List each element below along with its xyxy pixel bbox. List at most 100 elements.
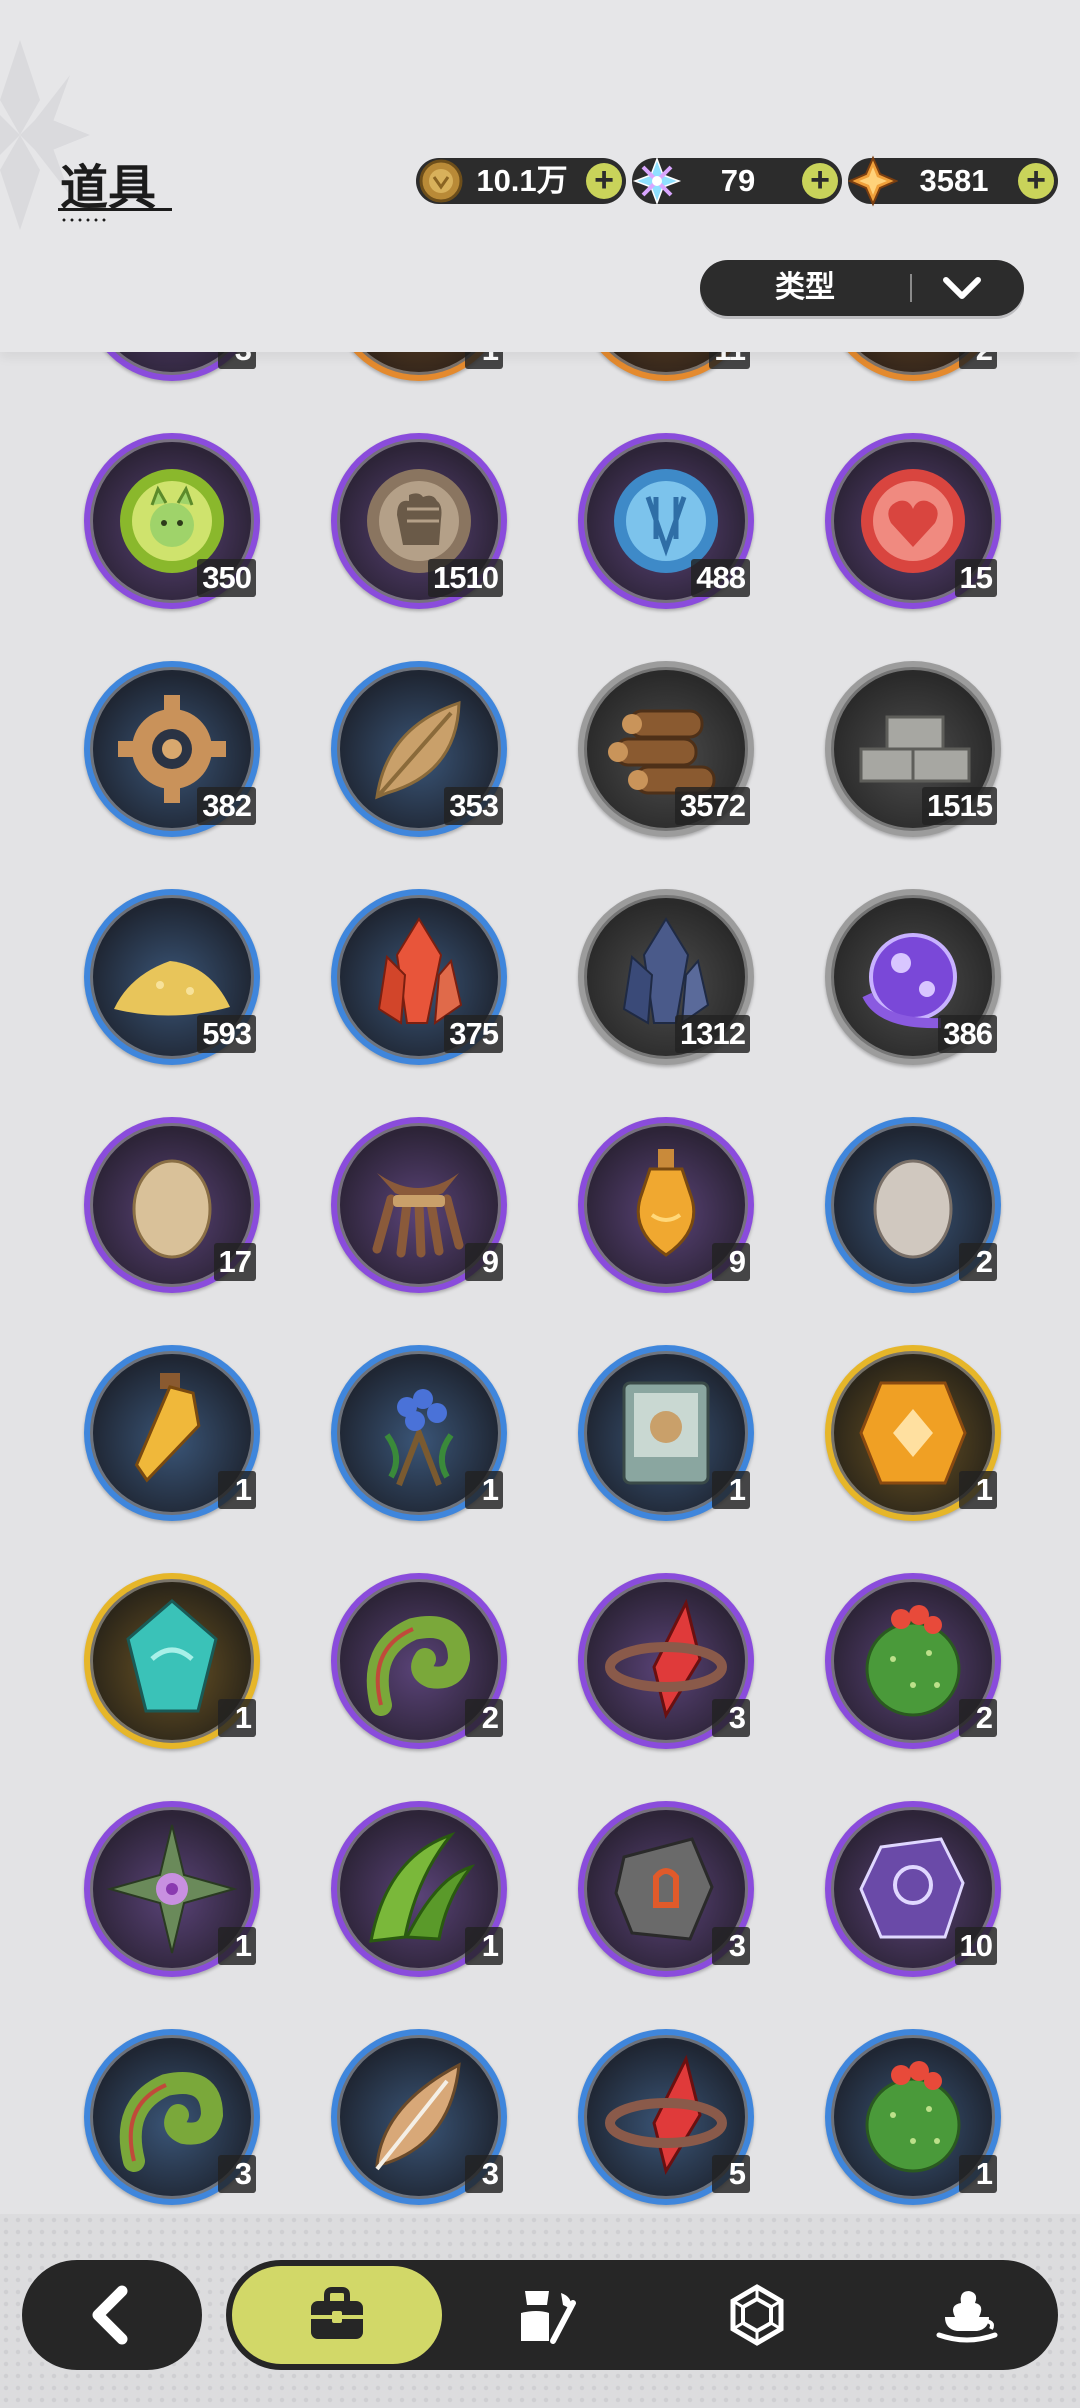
item-slot[interactable]: 1 <box>84 1345 260 1521</box>
tab-chef[interactable] <box>442 2266 652 2364</box>
filter-divider <box>910 274 912 302</box>
item-slot[interactable]: 488 <box>578 433 754 609</box>
item-count: 1 <box>712 1471 750 1509</box>
chef-icon <box>521 2291 576 2344</box>
item-slot[interactable]: 1515 <box>825 661 1001 837</box>
item-count: 375 <box>444 1015 503 1053</box>
add-gold-button[interactable]: + <box>586 163 622 199</box>
back-arrow-icon <box>92 2285 128 2345</box>
item-count: 1515 <box>922 787 997 825</box>
hexagon-icon <box>730 2284 784 2346</box>
item-slot[interactable]: 3 <box>331 2029 507 2205</box>
item-count: 1 <box>218 1471 256 1509</box>
item-slot[interactable]: 1 <box>331 1345 507 1521</box>
item-slot[interactable]: 2 <box>825 1573 1001 1749</box>
bag-icon <box>311 2287 363 2339</box>
add-crystal-button[interactable]: + <box>802 163 838 199</box>
item-slot[interactable]: 350 <box>84 433 260 609</box>
dessert-icon <box>936 2291 998 2343</box>
item-count: 488 <box>691 559 750 597</box>
item-slot[interactable]: 1510 <box>331 433 507 609</box>
chevron-down-icon <box>943 277 981 299</box>
item-count: 3572 <box>675 787 750 825</box>
item-slot[interactable]: 2 <box>331 1573 507 1749</box>
item-count: 1 <box>465 352 503 369</box>
item-count: 9 <box>712 1243 750 1281</box>
item-slot[interactable]: 1 <box>84 1801 260 1977</box>
tab-items[interactable] <box>232 2266 442 2364</box>
item-count: 2 <box>959 352 997 369</box>
item-count: 353 <box>444 787 503 825</box>
item-count: 1 <box>959 1471 997 1509</box>
item-slot[interactable]: 593 <box>84 889 260 1065</box>
type-filter-dropdown[interactable]: 类型 <box>700 260 1024 316</box>
item-slot[interactable]: 3 <box>578 1573 754 1749</box>
item-slot[interactable]: 3 <box>578 1801 754 1977</box>
item-count: 3 <box>465 2155 503 2193</box>
item-count: 11 <box>709 352 750 369</box>
item-slot[interactable]: 5 <box>578 2029 754 2205</box>
item-count: 1 <box>465 1471 503 1509</box>
title-dots <box>60 218 110 222</box>
item-count: 2 <box>465 1699 503 1737</box>
item-count: 9 <box>465 1243 503 1281</box>
item-count: 1 <box>465 1927 503 1965</box>
item-slot[interactable]: 10 <box>825 1801 1001 1977</box>
item-slot[interactable]: 1312 <box>578 889 754 1065</box>
item-count: 350 <box>197 559 256 597</box>
item-count: 386 <box>938 1015 997 1053</box>
filter-label: 类型 <box>775 270 835 305</box>
currency-gold: 10.1万 + <box>416 158 626 204</box>
item-count: 3 <box>218 2155 256 2193</box>
item-grid-viewport[interactable]: 3111235015104881538235335721515593375131… <box>0 352 1080 2214</box>
item-slot[interactable]: 3 <box>84 352 260 381</box>
currency-shard-value: 3581 <box>919 163 989 198</box>
currency-crystal-value: 79 <box>720 163 756 198</box>
item-slot[interactable]: 9 <box>331 1117 507 1293</box>
item-slot[interactable]: 382 <box>84 661 260 837</box>
item-count: 1 <box>218 1699 256 1737</box>
item-count: 1 <box>218 1927 256 1965</box>
currency-gold-value: 10.1万 <box>476 163 568 198</box>
item-count: 382 <box>197 787 256 825</box>
currency-shard: 3581 + <box>848 155 1058 207</box>
item-count: 17 <box>213 1243 256 1281</box>
item-slot[interactable]: 353 <box>331 661 507 837</box>
item-count: 2 <box>959 1243 997 1281</box>
add-shard-button[interactable]: + <box>1018 163 1054 199</box>
item-slot[interactable]: 9 <box>578 1117 754 1293</box>
item-slot[interactable]: 2 <box>825 352 1001 381</box>
item-slot[interactable]: 1 <box>331 352 507 381</box>
item-slot[interactable]: 2 <box>825 1117 1001 1293</box>
item-count: 3 <box>712 1699 750 1737</box>
item-slot[interactable]: 375 <box>331 889 507 1065</box>
item-slot[interactable]: 11 <box>578 352 754 381</box>
item-slot[interactable]: 1 <box>825 2029 1001 2205</box>
crystal-gem-icon <box>632 156 682 206</box>
tab-hexagon[interactable] <box>652 2266 862 2364</box>
item-count: 5 <box>712 2155 750 2193</box>
item-slot[interactable]: 1 <box>84 1573 260 1749</box>
item-slot[interactable]: 3 <box>84 2029 260 2205</box>
tab-bar <box>226 2260 1058 2370</box>
item-slot[interactable]: 1 <box>578 1345 754 1521</box>
currency-crystal: 79 + <box>632 156 842 206</box>
back-button[interactable] <box>22 2260 202 2370</box>
item-slot[interactable]: 1 <box>331 1801 507 1977</box>
item-count: 3 <box>712 1927 750 1965</box>
item-count: 1312 <box>675 1015 750 1053</box>
item-count: 1510 <box>428 559 503 597</box>
item-count: 2 <box>959 1699 997 1737</box>
item-count: 10 <box>954 1927 997 1965</box>
item-slot[interactable]: 1 <box>825 1345 1001 1521</box>
item-slot[interactable]: 15 <box>825 433 1001 609</box>
item-slot[interactable]: 17 <box>84 1117 260 1293</box>
gold-coin-icon <box>419 159 463 203</box>
item-slot[interactable]: 386 <box>825 889 1001 1065</box>
item-count: 1 <box>959 2155 997 2193</box>
tab-dessert[interactable] <box>862 2266 1072 2364</box>
title-underline <box>58 208 172 211</box>
item-slot[interactable]: 3572 <box>578 661 754 837</box>
item-count: 593 <box>197 1015 256 1053</box>
item-count: 15 <box>954 559 997 597</box>
